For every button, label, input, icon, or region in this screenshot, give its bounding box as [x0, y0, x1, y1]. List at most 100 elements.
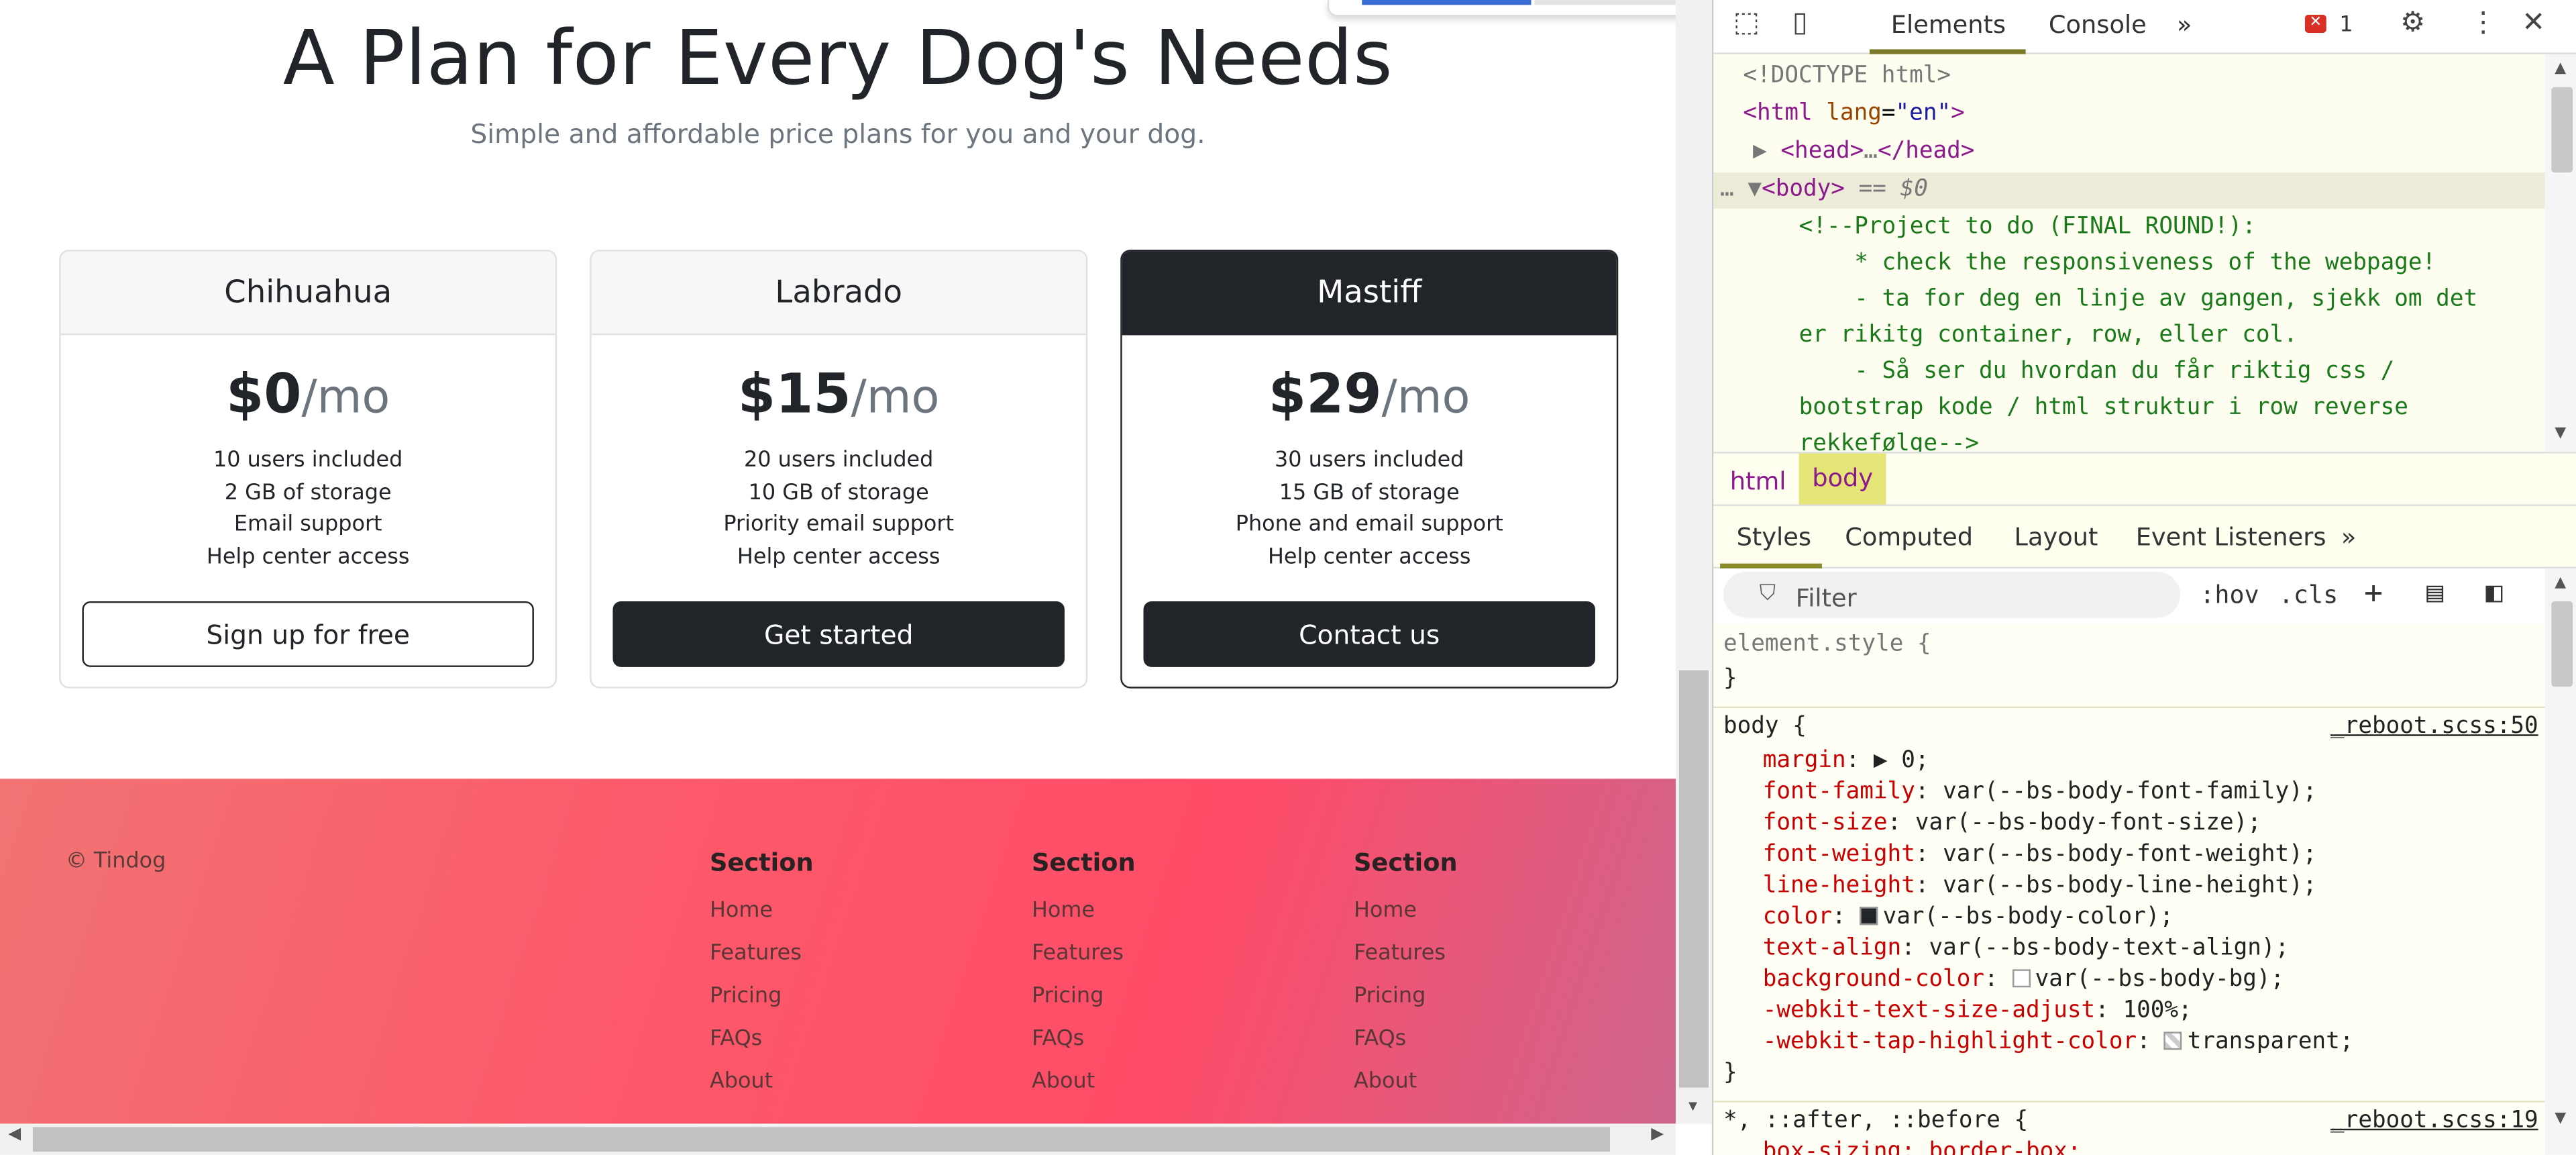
css-declaration[interactable]: -webkit-tap-highlight-color: transparent…: [1763, 1028, 2354, 1054]
color-swatch-icon[interactable]: [2012, 969, 2031, 988]
comment-line[interactable]: - Så ser du hvordan du får riktig css /: [1799, 358, 2394, 385]
scroll-right-arrow-icon[interactable]: ▶: [1651, 1125, 1664, 1144]
comment-line[interactable]: er rikitg container, row, eller col.: [1799, 322, 2298, 348]
scroll-down-arrow-icon[interactable]: ▼: [2555, 1111, 2566, 1127]
rule-separator: [1713, 1101, 2545, 1103]
plan-features: 20 users included 10 GB of storage Prior…: [592, 445, 1086, 574]
tab-event-listeners[interactable]: Event Listeners: [2136, 522, 2326, 552]
css-declaration[interactable]: margin: ▶ 0;: [1763, 748, 1929, 774]
universal-rule-selector[interactable]: *, ::after, ::before {: [1723, 1107, 2028, 1134]
page-vertical-scrollbar[interactable]: ▼: [1675, 0, 1712, 1124]
gear-icon[interactable]: ⚙: [2400, 7, 2425, 40]
scrollbar-thumb[interactable]: [32, 1127, 1611, 1152]
comment-line[interactable]: <!--Project to do (FINAL ROUND!):: [1799, 213, 2256, 240]
html-node[interactable]: <html lang="en">: [1743, 100, 1964, 126]
expand-triangle-icon[interactable]: ▶: [1753, 138, 1767, 164]
css-declaration[interactable]: font-weight: var(--bs-body-font-weight);: [1763, 841, 2317, 867]
error-count[interactable]: 1: [2339, 13, 2353, 38]
more-tabs-icon[interactable]: »: [2177, 10, 2192, 40]
color-swatch-icon[interactable]: [1860, 907, 1878, 925]
body-node[interactable]: … ▼<body> == $0: [1720, 176, 1928, 202]
css-declaration[interactable]: font-size: var(--bs-body-font-size);: [1763, 810, 2261, 836]
css-declaration[interactable]: font-family: var(--bs-body-font-family);: [1763, 779, 2317, 805]
comment-line[interactable]: bootstrap kode / html struktur i row rev…: [1799, 395, 2408, 421]
css-property: color: [1762, 903, 1833, 930]
scroll-up-arrow-icon[interactable]: ▲: [2555, 575, 2566, 591]
footer-link-pricing[interactable]: Pricing: [710, 976, 814, 1019]
footer-link-features[interactable]: Features: [1032, 933, 1136, 976]
scrollbar-thumb[interactable]: [2551, 87, 2573, 173]
footer-link-faqs[interactable]: FAQs: [1354, 1019, 1458, 1062]
footer-link-features[interactable]: Features: [1354, 933, 1458, 976]
filter-input[interactable]: ⛉ Filter: [1723, 571, 2180, 618]
element-style-rule[interactable]: element.style {: [1723, 631, 1931, 657]
paint-brush-icon[interactable]: ▤: [2426, 576, 2443, 609]
tag-name: <html: [1743, 100, 1813, 127]
sidebar-toggle-icon[interactable]: ◧: [2485, 576, 2502, 609]
new-rule-button[interactable]: +: [2364, 575, 2383, 611]
feature-item: Help center access: [737, 545, 941, 570]
css-declaration[interactable]: line-height: var(--bs-body-line-height);: [1763, 872, 2317, 899]
footer-link-faqs[interactable]: FAQs: [710, 1019, 814, 1062]
body-rule-selector[interactable]: body {: [1723, 713, 1807, 739]
css-declaration[interactable]: -webkit-text-size-adjust: 100%;: [1763, 997, 2192, 1023]
footer-link-home[interactable]: Home: [1032, 891, 1136, 934]
css-property: line-height: [1762, 872, 1915, 899]
css-declaration[interactable]: color: var(--bs-body-color);: [1763, 903, 2174, 930]
breadcrumb-body[interactable]: body: [1799, 453, 1886, 505]
scroll-down-arrow-icon[interactable]: ▼: [2555, 425, 2566, 442]
rule-source-link[interactable]: _reboot.scss:19: [2330, 1107, 2538, 1134]
css-declaration[interactable]: background-color: var(--bs-body-bg);: [1763, 966, 2284, 992]
css-declaration[interactable]: text-align: var(--bs-body-text-align);: [1763, 935, 2289, 961]
tab-elements[interactable]: Elements: [1891, 10, 2006, 40]
hover-state-button[interactable]: :hov: [2200, 580, 2259, 609]
page-viewport: A Plan for Every Dog's Needs Simple and …: [0, 0, 1676, 1124]
scrollbar-thumb[interactable]: [1678, 670, 1709, 1088]
footer-link-pricing[interactable]: Pricing: [1354, 976, 1458, 1019]
collapsed-ellipsis[interactable]: …: [1864, 138, 1878, 164]
head-node[interactable]: ▶ <head>…</head>: [1753, 138, 1974, 164]
tab-console[interactable]: Console: [2049, 10, 2147, 40]
more-tabs-icon[interactable]: »: [2341, 522, 2357, 552]
scroll-left-arrow-icon[interactable]: ◀: [8, 1125, 21, 1144]
footer-link-about[interactable]: About: [1354, 1061, 1458, 1104]
contact-us-button[interactable]: Contact us: [1143, 601, 1595, 667]
close-icon[interactable]: ✕: [2522, 7, 2545, 40]
expand-triangle-icon[interactable]: ▶: [1874, 748, 1901, 774]
footer-link-home[interactable]: Home: [710, 891, 814, 934]
kebab-menu-icon[interactable]: ⋮: [2469, 7, 2498, 40]
color-swatch-icon[interactable]: [2164, 1032, 2183, 1050]
comment-line[interactable]: * check the responsiveness of the webpag…: [1799, 250, 2436, 276]
scroll-up-arrow-icon[interactable]: ▲: [2555, 61, 2566, 77]
comment-line[interactable]: - ta for deg en linje av gangen, sjekk o…: [1799, 286, 2477, 312]
comment-line[interactable]: rekkefølge-->: [1799, 430, 1979, 452]
breadcrumb-html[interactable]: html: [1730, 466, 1786, 496]
styles-scrollbar[interactable]: ▲ ▼: [2544, 568, 2576, 1155]
page-horizontal-scrollbar[interactable]: ◀ ▶: [0, 1123, 1676, 1155]
filter-placeholder: Filter: [1795, 583, 1857, 613]
inspect-element-icon[interactable]: ⬚: [1733, 7, 1760, 40]
device-toolbar-icon[interactable]: ▯: [1792, 7, 1808, 40]
footer-link-pricing[interactable]: Pricing: [1032, 976, 1136, 1019]
feature-item: Priority email support: [723, 513, 954, 538]
collapse-triangle-icon[interactable]: ▼: [1748, 176, 1762, 202]
footer-link-features[interactable]: Features: [710, 933, 814, 976]
tab-layout[interactable]: Layout: [2014, 522, 2098, 552]
footer-link-about[interactable]: About: [1032, 1061, 1136, 1104]
rule-source-link[interactable]: _reboot.scss:50: [2330, 713, 2538, 739]
node-options-ellipsis[interactable]: …: [1720, 176, 1734, 202]
dom-scrollbar[interactable]: ▲ ▼: [2544, 54, 2576, 452]
sign-up-button[interactable]: Sign up for free: [82, 601, 534, 667]
scroll-down-arrow-icon[interactable]: ▼: [1686, 1097, 1701, 1113]
class-toggle-button[interactable]: .cls: [2279, 580, 2338, 609]
tab-styles[interactable]: Styles: [1737, 522, 1811, 552]
css-declaration[interactable]: box-sizing: border-box;: [1763, 1138, 2082, 1154]
tab-computed[interactable]: Computed: [1845, 522, 1973, 552]
get-started-button[interactable]: Get started: [612, 601, 1065, 667]
doctype-node[interactable]: <!DOCTYPE html>: [1743, 62, 1951, 89]
footer-link-home[interactable]: Home: [1354, 891, 1458, 934]
error-icon[interactable]: ✕: [2304, 15, 2326, 33]
scrollbar-thumb[interactable]: [2551, 601, 2573, 687]
footer-link-faqs[interactable]: FAQs: [1032, 1019, 1136, 1062]
footer-link-about[interactable]: About: [710, 1061, 814, 1104]
